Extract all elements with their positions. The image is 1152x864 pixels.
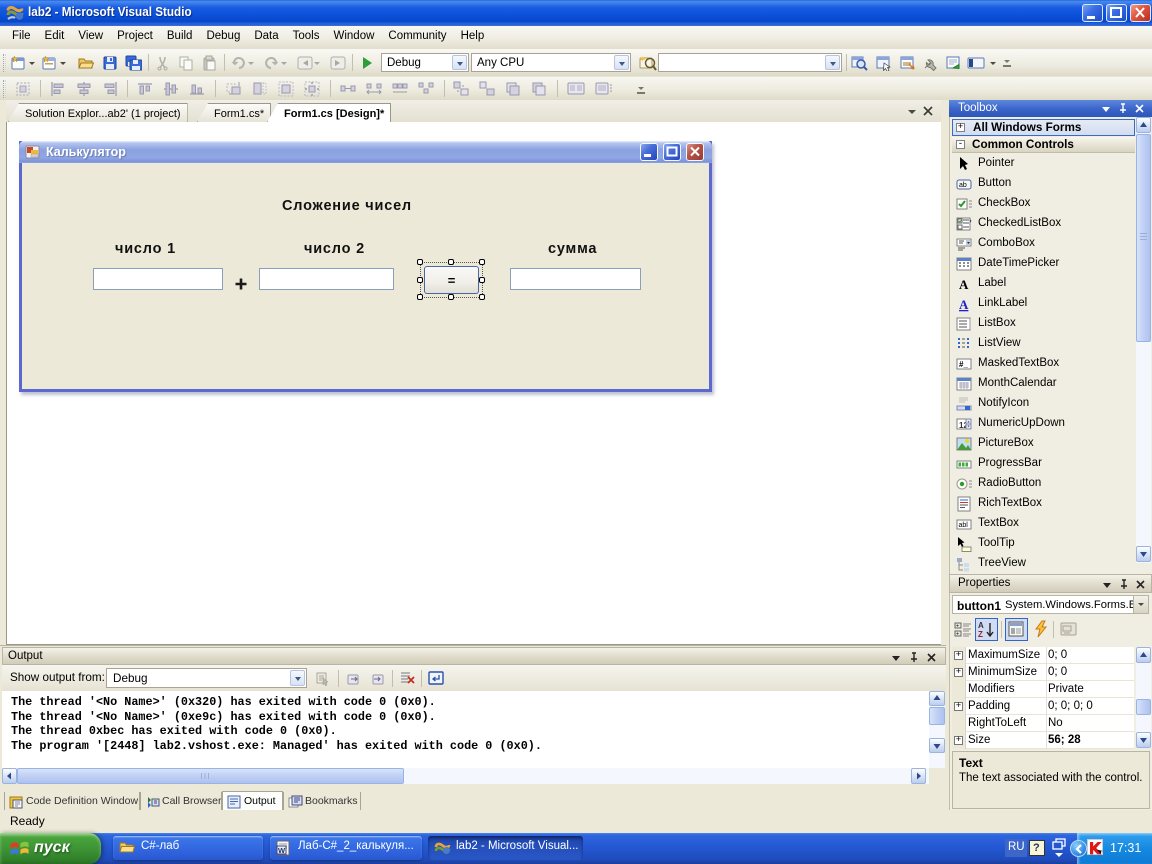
- svg-text:W: W: [278, 846, 286, 855]
- svg-text:Z: Z: [978, 630, 983, 639]
- svg-text:A: A: [959, 297, 969, 312]
- svg-text:A: A: [978, 621, 984, 630]
- svg-text:abl: abl: [959, 522, 969, 529]
- svg-text:#_: #_: [959, 360, 968, 369]
- svg-text:+: +: [956, 632, 959, 638]
- svg-text:+: +: [956, 624, 959, 630]
- svg-text:A: A: [959, 277, 969, 292]
- svg-text:ab: ab: [959, 182, 967, 189]
